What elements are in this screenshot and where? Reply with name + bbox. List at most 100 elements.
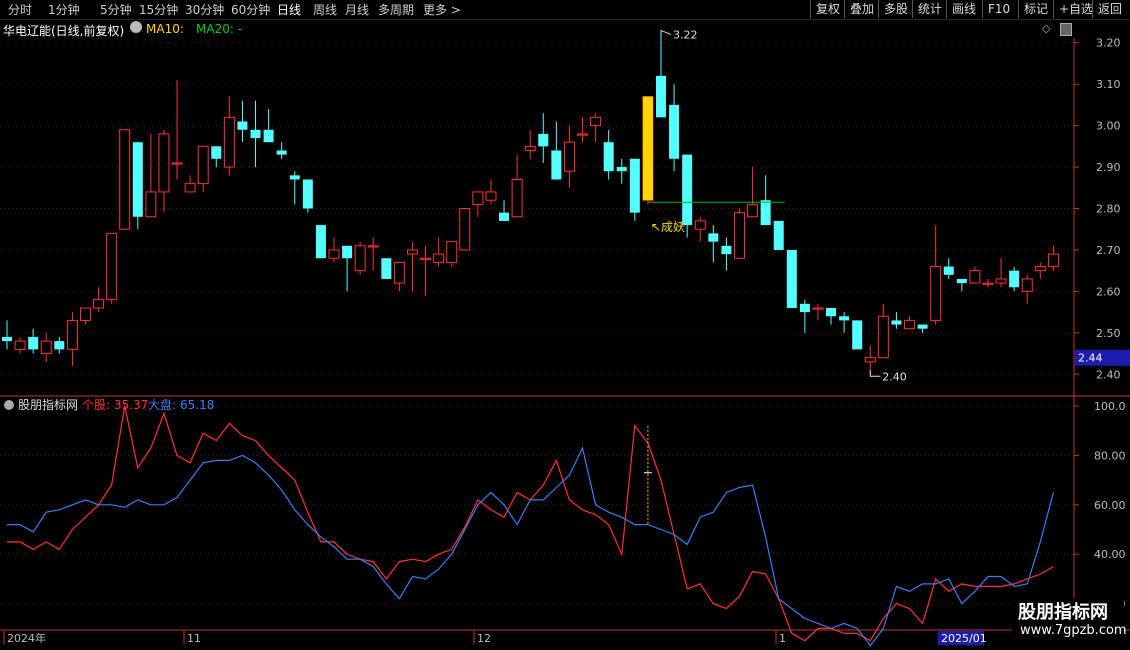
- candle-body: [733, 212, 745, 259]
- candle-body: [943, 266, 954, 275]
- current-price-label: 2.44: [1078, 352, 1103, 365]
- candle-body: [197, 145, 209, 185]
- candle-body: [381, 258, 392, 279]
- candle-body: [223, 116, 235, 168]
- series-line-market: [7, 446, 1054, 647]
- candle-body: [289, 175, 300, 180]
- candle-body: [367, 245, 379, 248]
- high-price-label: 3.22: [673, 28, 698, 41]
- candle-body: [302, 179, 313, 209]
- candle-body: [603, 142, 614, 172]
- candle-body: [551, 150, 562, 180]
- candle-body: [656, 75, 666, 118]
- candle-body: [328, 249, 340, 259]
- candle-body: [93, 299, 105, 309]
- candle-body: [852, 320, 863, 350]
- candle-body: [276, 150, 287, 155]
- price-tick-label: 2.80: [1096, 203, 1121, 216]
- candle-body: [799, 303, 810, 313]
- series-label-market: 大盘:: [148, 397, 176, 412]
- candle-body: [184, 183, 196, 193]
- price-tick-label: 3.20: [1096, 37, 1121, 50]
- candle-body: [485, 191, 497, 201]
- candle-body: [864, 357, 876, 363]
- candle-body: [1021, 278, 1033, 292]
- series-line-stock: [7, 405, 1054, 642]
- candle-body: [786, 249, 797, 308]
- series-label-stock: 个股:: [82, 398, 110, 412]
- candle-body: [1009, 270, 1020, 288]
- indicator-tick-label: 80.00: [1094, 449, 1126, 462]
- watermark: 股朋指标网 www.7gpzb.com: [1012, 598, 1127, 644]
- candle-body: [237, 121, 248, 130]
- candle-body: [708, 233, 719, 242]
- indicator-name: 股朋指标网: [18, 397, 78, 412]
- candle-body: [590, 116, 602, 127]
- candle-body: [406, 249, 418, 255]
- candle-body: [969, 270, 981, 284]
- indicator-tick-label: 40.00: [1094, 548, 1126, 561]
- candle-body: [472, 191, 484, 205]
- date-label: 11: [187, 632, 201, 645]
- candle-body: [354, 245, 366, 272]
- price-tick-label: 2.50: [1096, 327, 1121, 340]
- candle-body: [79, 307, 91, 321]
- candle-body: [511, 178, 523, 218]
- candle-body: [956, 278, 967, 284]
- candle-body: [250, 129, 261, 139]
- candle-body: [721, 245, 732, 255]
- date-label: 2024年: [7, 631, 46, 645]
- candle-body: [694, 220, 706, 230]
- price-tick-label: 2.60: [1096, 285, 1121, 298]
- price-tick-label: 3.10: [1096, 78, 1121, 91]
- candle-body: [420, 257, 432, 260]
- candle-body: [446, 241, 458, 263]
- signal-label: ↖成妖: [651, 220, 685, 234]
- candle-body: [119, 129, 131, 230]
- candle-body: [40, 340, 52, 355]
- candle-body: [315, 225, 326, 259]
- price-tick-label: 2.90: [1096, 161, 1121, 174]
- date-label: 1: [779, 632, 786, 645]
- candle-body: [158, 133, 170, 193]
- signal-bar: [642, 96, 653, 201]
- current-date-label: 2025/01: [941, 632, 987, 645]
- brand-url: www.7gpzb.com: [1020, 623, 1127, 638]
- price-tick-label: 3.00: [1096, 120, 1121, 133]
- high-marker-icon: [660, 29, 672, 37]
- candle-body: [773, 220, 784, 250]
- candle-body: [629, 158, 640, 213]
- candle-body: [891, 320, 902, 325]
- price-tick-label: 2.40: [1096, 368, 1121, 381]
- candle-body: [14, 340, 26, 350]
- candle-body: [263, 129, 274, 143]
- candle-body: [132, 142, 143, 217]
- candle-body: [669, 104, 680, 159]
- candle-body: [2, 336, 12, 342]
- candle-body: [211, 146, 222, 159]
- indicator-tick-label: 100.0: [1094, 400, 1126, 413]
- candle-body: [577, 133, 589, 136]
- candle-body: [459, 208, 471, 251]
- candle-body: [747, 203, 759, 218]
- candle-body: [499, 212, 510, 221]
- candle-body: [917, 324, 928, 329]
- candle-body: [930, 266, 942, 321]
- candle-body: [54, 341, 65, 350]
- low-marker-icon: [869, 370, 881, 377]
- indicator-tick-label: 60.00: [1094, 499, 1126, 512]
- candle-body: [877, 315, 889, 359]
- series-value-stock: 35.37: [114, 398, 148, 412]
- series-value-market: 65.18: [180, 398, 214, 412]
- brand-name: 股朋指标网: [1018, 602, 1108, 623]
- price-tick-label: 2.70: [1096, 244, 1121, 257]
- candle-body: [433, 253, 445, 263]
- date-label: 12: [477, 632, 491, 645]
- candle-body: [393, 261, 405, 284]
- candle-body: [28, 336, 39, 350]
- indicator-toggle-icon: [4, 400, 14, 410]
- low-price-label: 2.40: [882, 370, 907, 383]
- candle-body: [826, 307, 837, 317]
- candle-body: [682, 154, 693, 226]
- candle-body: [106, 232, 118, 301]
